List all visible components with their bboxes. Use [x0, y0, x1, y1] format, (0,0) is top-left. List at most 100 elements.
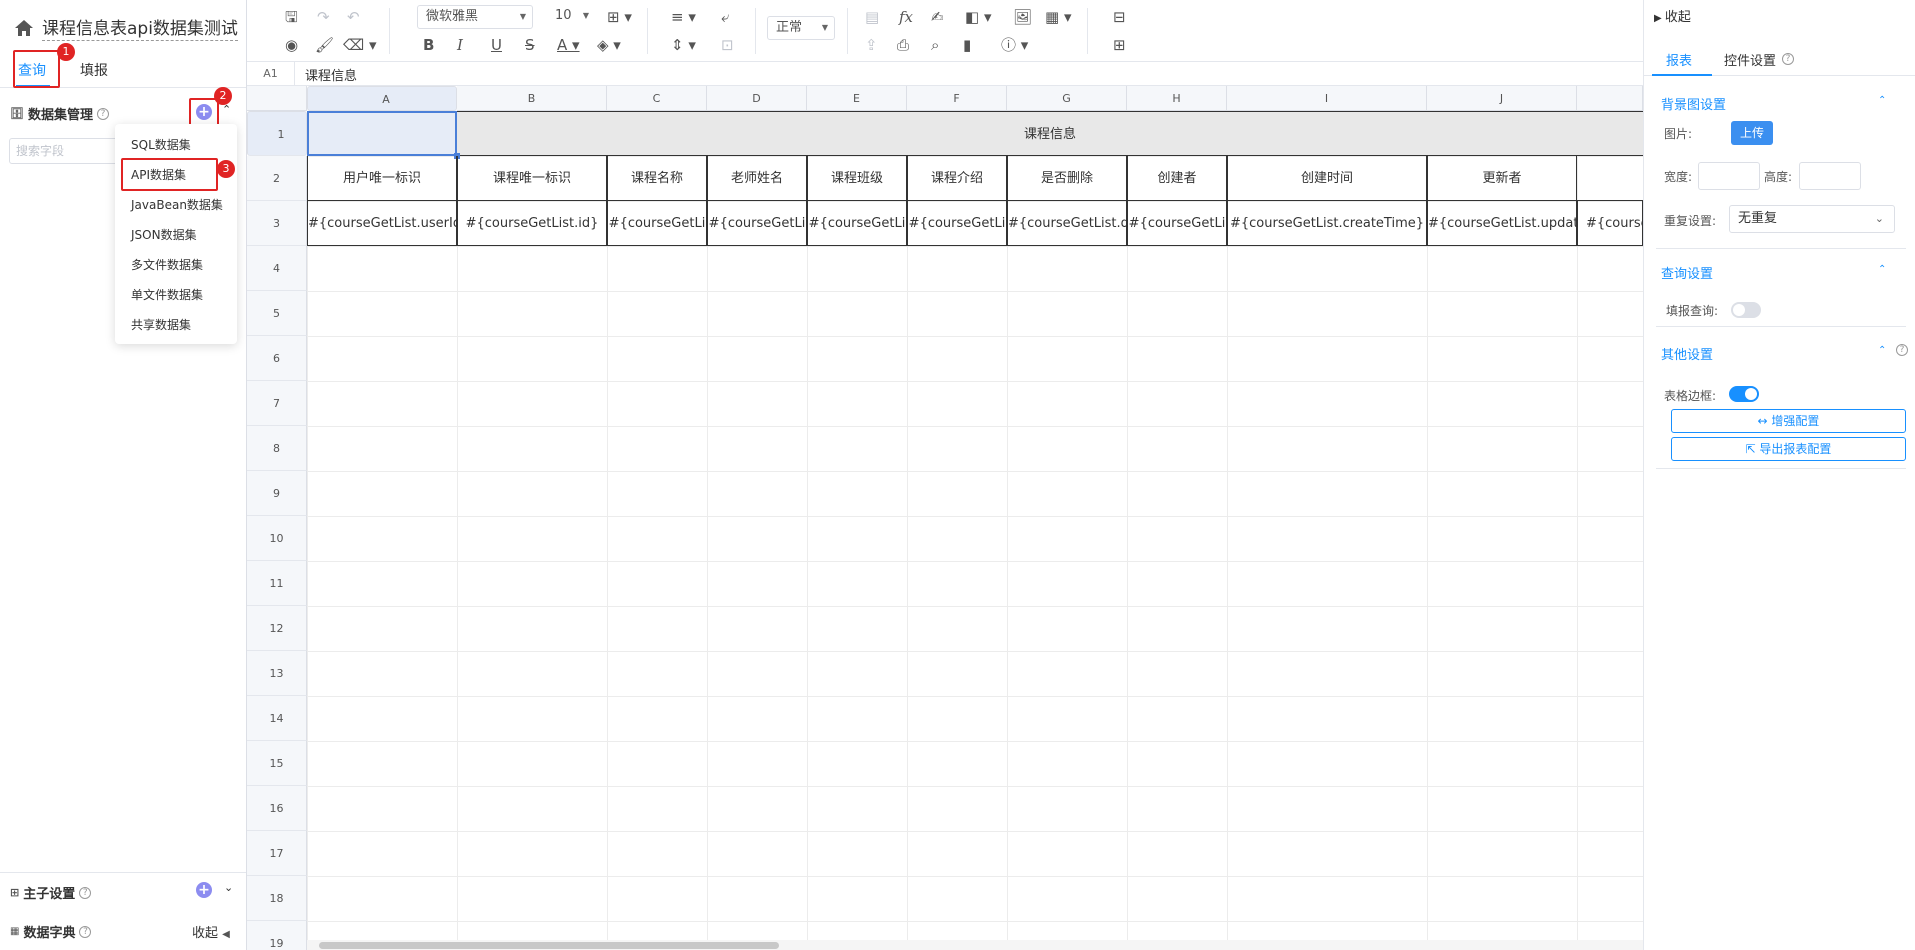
query-section-title[interactable]: 查询设置: [1661, 263, 1713, 282]
row-header[interactable]: 3: [247, 201, 307, 246]
valign-icon[interactable]: ⇕ ▾: [671, 36, 696, 54]
data-cell[interactable]: #{courseGetLi: [907, 201, 1007, 246]
save-icon[interactable]: 🖫: [285, 8, 298, 26]
redo-icon[interactable]: ↷: [317, 8, 330, 26]
help-icon[interactable]: ?: [96, 107, 109, 120]
header-cell[interactable]: 是否删除: [1007, 156, 1127, 201]
header-cell[interactable]: 更新者: [1427, 156, 1577, 201]
data-cell[interactable]: #{courseGetList.createTime}: [1227, 201, 1427, 246]
column-header[interactable]: J: [1427, 86, 1577, 111]
row-header[interactable]: 9: [247, 471, 307, 516]
row-header[interactable]: 17: [247, 831, 307, 876]
help-icon[interactable]: ?: [1782, 53, 1794, 65]
search-icon[interactable]: ⌕: [931, 36, 939, 54]
header-cell[interactable]: 创建者: [1127, 156, 1227, 201]
cell-style-select[interactable]: 正常 ▼: [767, 16, 835, 40]
column-header[interactable]: C: [607, 86, 707, 111]
help-icon[interactable]: ?: [79, 925, 92, 938]
header-cell[interactable]: 课程名称: [607, 156, 707, 201]
row-header[interactable]: 13: [247, 651, 307, 696]
data-cell[interactable]: #{courseGetLi: [707, 201, 807, 246]
upload-button[interactable]: 上传: [1731, 121, 1773, 145]
column-header[interactable]: B: [457, 86, 607, 111]
height-input[interactable]: [1799, 162, 1861, 190]
header-cell[interactable]: 课程介绍: [907, 156, 1007, 201]
data-cell[interactable]: #{courseGetList.userId: [307, 201, 457, 246]
chart-icon[interactable]: ▮: [963, 36, 971, 54]
row-header[interactable]: 16: [247, 786, 307, 831]
menu-item-javabean[interactable]: JavaBean数据集: [131, 196, 223, 213]
italic-icon[interactable]: I: [457, 36, 463, 54]
row-header[interactable]: 2: [247, 156, 307, 201]
column-header[interactable]: G: [1007, 86, 1127, 111]
formula-icon[interactable]: fx: [899, 8, 913, 26]
menu-item-shared[interactable]: 共享数据集: [131, 316, 191, 333]
repeat-select[interactable]: 无重复 ⌄: [1729, 205, 1895, 233]
scrollbar-thumb[interactable]: [319, 942, 779, 949]
merge-icon[interactable]: ⊡: [721, 36, 734, 54]
collapse-dict-button[interactable]: 收起 ◀: [192, 922, 230, 941]
bold-icon[interactable]: B: [423, 36, 434, 54]
row-header[interactable]: 12: [247, 606, 307, 651]
column-header[interactable]: [1577, 86, 1643, 111]
chevron-up-icon[interactable]: ⌃: [1878, 345, 1886, 356]
column-header[interactable]: D: [707, 86, 807, 111]
menu-item-sql[interactable]: SQL数据集: [131, 136, 191, 153]
tab-report[interactable]: 报表: [1666, 50, 1692, 69]
header-cell[interactable]: 用户唯一标识: [307, 156, 457, 201]
border-icon[interactable]: ⊞ ▾: [607, 8, 632, 26]
font-size-select[interactable]: 10 ▼: [547, 5, 595, 29]
collapse-right-button[interactable]: ▶ 收起: [1654, 6, 1691, 25]
data-cell[interactable]: #{courseGetLi: [607, 201, 707, 246]
column-header[interactable]: F: [907, 86, 1007, 111]
qrcode-icon[interactable]: ▦ ▾: [1045, 8, 1071, 26]
menu-item-single-file[interactable]: 单文件数据集: [131, 286, 203, 303]
table-border-switch[interactable]: [1729, 386, 1759, 402]
chevron-up-icon[interactable]: ⌃: [1878, 95, 1886, 106]
sign-icon[interactable]: ✍: [931, 8, 944, 26]
font-color-icon[interactable]: A ▾: [557, 36, 580, 54]
row-header[interactable]: 11: [247, 561, 307, 606]
add-main-sub-icon[interactable]: +: [196, 882, 212, 898]
menu-item-json[interactable]: JSON数据集: [131, 226, 197, 243]
layout-icon[interactable]: ◧ ▾: [965, 8, 991, 26]
row-header[interactable]: 7: [247, 381, 307, 426]
print-icon[interactable]: ⎙: [897, 36, 909, 54]
strikethrough-icon[interactable]: S: [525, 36, 535, 54]
underline-icon[interactable]: U: [491, 36, 502, 54]
column-header[interactable]: A: [307, 86, 457, 111]
row-header[interactable]: 1: [247, 111, 307, 156]
merged-title-cell[interactable]: 课程信息: [457, 111, 1643, 156]
preview-icon[interactable]: ◉: [285, 36, 298, 54]
row-header[interactable]: 4: [247, 246, 307, 291]
image-icon[interactable]: 🖼: [1013, 8, 1032, 26]
column-header[interactable]: H: [1127, 86, 1227, 111]
horizontal-scrollbar[interactable]: [307, 940, 1643, 950]
format-painter-icon[interactable]: 🖌: [315, 36, 334, 54]
header-cell[interactable]: 课程唯一标识: [457, 156, 607, 201]
font-family-select[interactable]: 微软雅黑 ▼: [417, 5, 533, 29]
data-cell[interactable]: #{courseGetList.updat: [1427, 201, 1577, 246]
upload-icon[interactable]: ⇪: [865, 36, 878, 54]
spreadsheet-grid[interactable]: A B C D E F G H I J 1 2 3 4 5 6 7 8 9 10 11 12 13 14 15 16 17 18 19 课…: [247, 86, 1643, 950]
row-header[interactable]: 14: [247, 696, 307, 741]
eraser-icon[interactable]: ⌫ ▾: [343, 36, 377, 54]
help-icon[interactable]: ⓘ ▾: [1001, 36, 1028, 54]
report-title[interactable]: 课程信息表api数据集测试: [42, 14, 238, 41]
column-header[interactable]: E: [807, 86, 907, 111]
field-search-input[interactable]: 搜索字段: [9, 138, 121, 164]
chevron-down-icon[interactable]: ⌄: [224, 881, 233, 894]
menu-item-multi-file[interactable]: 多文件数据集: [131, 256, 203, 273]
table-icon[interactable]: ▤: [865, 8, 879, 26]
chevron-up-icon[interactable]: ⌃: [1878, 264, 1886, 275]
enhance-config-button[interactable]: ↔ 增强配置: [1671, 409, 1906, 433]
data-cell[interactable]: #{courseGetLi: [807, 201, 907, 246]
header-cell[interactable]: 课程班级: [807, 156, 907, 201]
other-section-title[interactable]: 其他设置: [1661, 344, 1713, 363]
insert-icon[interactable]: ⊞: [1113, 36, 1126, 54]
data-cell[interactable]: #{courseGetList.d: [1007, 201, 1127, 246]
tab-control-settings[interactable]: 控件设置: [1724, 50, 1776, 69]
row-header[interactable]: 10: [247, 516, 307, 561]
data-cell[interactable]: #{course: [1577, 201, 1643, 246]
row-header[interactable]: 6: [247, 336, 307, 381]
